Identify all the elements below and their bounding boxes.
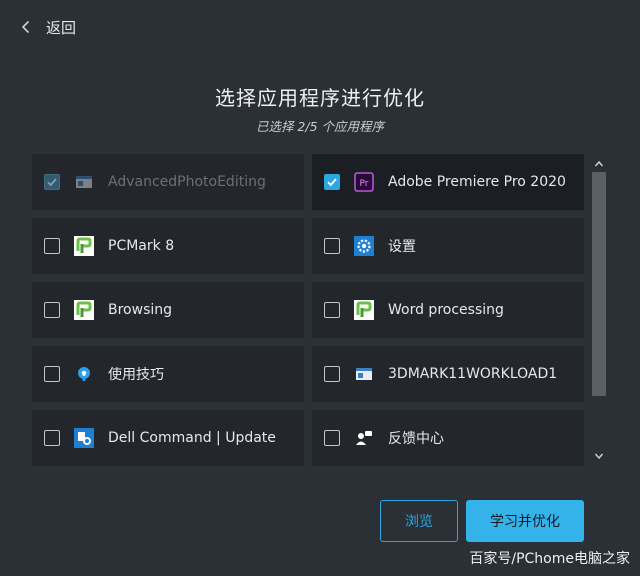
app-label: 3DMARK11WORKLOAD1: [388, 366, 558, 382]
app-checkbox[interactable]: [44, 366, 60, 382]
page-title: 选择应用程序进行优化: [215, 86, 425, 110]
back-button[interactable]: 返回: [18, 14, 76, 40]
app-checkbox[interactable]: [324, 430, 340, 446]
app-label: AdvancedPhotoEditing: [108, 174, 266, 190]
gear-icon: [354, 236, 374, 256]
app-list: AdvancedPhotoEditing Pr Adobe Premiere Pro…: [32, 154, 584, 466]
app-checkbox: [44, 174, 60, 190]
app-tile[interactable]: PCMark 8: [32, 218, 304, 274]
app-label: 设置: [388, 239, 416, 255]
app-label: Word processing: [388, 302, 504, 318]
app-tile[interactable]: Dell Command | Update: [32, 410, 304, 466]
premiere-icon: Pr: [354, 172, 374, 192]
watermark: 百家号/PChome电脑之家: [469, 551, 630, 567]
feedback-icon: [354, 428, 374, 448]
back-label: 返回: [46, 18, 77, 37]
app-checkbox[interactable]: [324, 302, 340, 318]
chevron-left-icon: [21, 20, 30, 34]
app-checkbox[interactable]: [324, 238, 340, 254]
scroll-down-button[interactable]: [591, 448, 607, 464]
app-tile[interactable]: Browsing: [32, 282, 304, 338]
app-checkbox[interactable]: [324, 366, 340, 382]
pcmark-icon: [354, 300, 374, 320]
scrollbar[interactable]: [591, 154, 607, 466]
app-tile[interactable]: 3DMARK11WORKLOAD1: [312, 346, 584, 402]
browse-button[interactable]: 浏览: [380, 500, 458, 542]
pcmark-icon: [74, 236, 94, 256]
app-label: 反馈中心: [388, 431, 444, 447]
checkmark-icon: [327, 178, 337, 187]
app-label: PCMark 8: [108, 238, 175, 254]
app-checkbox[interactable]: [44, 430, 60, 446]
checkmark-icon: [47, 178, 57, 187]
selection-count: 已选择 2/5 个应用程序: [255, 119, 385, 134]
app-tile[interactable]: Pr Adobe Premiere Pro 2020: [312, 154, 584, 210]
app-tile[interactable]: 反馈中心: [312, 410, 584, 466]
chevron-up-icon: [594, 160, 604, 167]
learn-and-optimize-button[interactable]: 学习并优化: [466, 500, 584, 542]
scroll-thumb[interactable]: [592, 172, 606, 396]
pcmark-icon: [74, 300, 94, 320]
app-tile[interactable]: Word processing: [312, 282, 584, 338]
app-label: Browsing: [108, 302, 173, 318]
app-checkbox[interactable]: [324, 174, 340, 190]
app-checkbox[interactable]: [44, 238, 60, 254]
lightbulb-icon: [74, 364, 94, 384]
app-checkbox[interactable]: [44, 302, 60, 318]
window-icon: [354, 364, 374, 384]
scroll-up-button[interactable]: [591, 156, 607, 172]
app-label: Adobe Premiere Pro 2020: [388, 174, 566, 190]
premiere-icon-text: Pr: [360, 179, 369, 189]
app-tile[interactable]: 使用技巧: [32, 346, 304, 402]
app-tile: AdvancedPhotoEditing: [32, 154, 304, 210]
app-label: 使用技巧: [108, 367, 164, 383]
app-tile[interactable]: 设置: [312, 218, 584, 274]
chevron-down-icon: [594, 453, 604, 460]
app-label: Dell Command | Update: [108, 430, 276, 446]
dell-update-icon: [74, 428, 94, 448]
window-icon: [74, 172, 94, 192]
